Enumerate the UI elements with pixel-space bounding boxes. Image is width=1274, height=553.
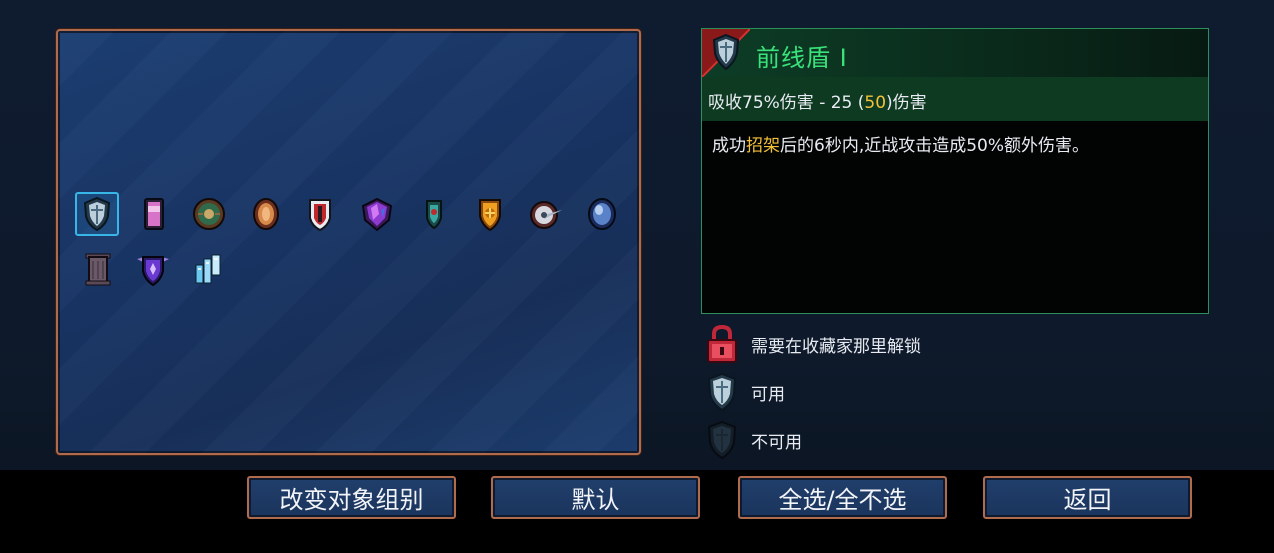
red-white-shield-icon	[309, 199, 331, 232]
item-red-white-shield[interactable]	[298, 192, 342, 236]
item-ice-shield[interactable]	[186, 247, 230, 291]
detail-title: 前线盾 I	[756, 44, 848, 72]
bronze-green-round-shield-icon	[193, 198, 225, 230]
item-bronze-green-round-shield[interactable]	[187, 192, 231, 236]
teal-small-shield-icon	[426, 200, 442, 230]
legend-locked-label: 需要在收藏家那里解锁	[751, 337, 921, 357]
item-pink-banner-shield[interactable]	[132, 192, 176, 236]
front-line-shield-icon	[83, 196, 111, 232]
item-front-line-shield[interactable]	[75, 192, 119, 236]
desc-suffix: 后的6秒内,近战攻击造成50%额外伤害。	[780, 136, 1090, 156]
stone-door-shield-icon	[85, 253, 111, 286]
select-all-button[interactable]: 全选/全不选	[738, 476, 947, 519]
available-shield-icon	[707, 372, 737, 412]
detail-description: 成功招架后的6秒内,近战攻击造成50%额外伤害。	[712, 131, 1089, 156]
stat-suffix: )伤害	[886, 93, 927, 113]
golden-shield-icon	[479, 199, 501, 232]
stat-prefix: 吸收75%伤害 - 25 (	[708, 93, 865, 113]
legend-available: 可用	[704, 372, 1064, 412]
ice-shield-icon	[195, 254, 221, 284]
spiked-round-shield-icon	[530, 201, 562, 229]
desc-highlight: 招架	[746, 136, 780, 156]
stat-highlight: 50	[864, 93, 887, 113]
detail-stat-text: 吸收75%伤害 - 25 (50)伤害	[708, 88, 927, 113]
item-spiked-round-shield[interactable]	[524, 192, 568, 236]
legend-unavailable: 不可用	[704, 420, 1064, 460]
lock-icon	[707, 324, 737, 363]
item-stone-door-shield[interactable]	[76, 247, 120, 291]
legend-locked: 需要在收藏家那里解锁	[704, 324, 1064, 364]
item-blue-orb-shield[interactable]	[580, 192, 624, 236]
change-group-button[interactable]: 改变对象组别	[247, 476, 456, 519]
copper-oval-shield-icon	[253, 198, 279, 230]
item-detail-panel: 前线盾 I 吸收75%伤害 - 25 (50)伤害 成功招架后的6秒内,近战攻击…	[701, 28, 1209, 314]
item-golden-shield[interactable]	[468, 192, 512, 236]
winged-purple-shield-icon	[137, 256, 169, 287]
pink-banner-shield-icon	[144, 198, 164, 230]
detail-title-row: 前线盾 I	[702, 29, 1208, 77]
blue-orb-shield-icon	[588, 198, 616, 230]
legend-available-label: 可用	[751, 385, 785, 405]
default-button[interactable]: 默认	[491, 476, 700, 519]
unavailable-shield-icon	[707, 420, 737, 460]
item-copper-oval-shield[interactable]	[244, 192, 288, 236]
front-line-shield-icon	[702, 29, 750, 77]
legend-unavailable-label: 不可用	[751, 433, 802, 453]
detail-stat-row: 吸收75%伤害 - 25 (50)伤害	[702, 77, 1208, 121]
desc-prefix: 成功	[712, 136, 746, 156]
item-purple-crystal-shield[interactable]	[355, 192, 399, 236]
item-winged-purple-shield[interactable]	[131, 247, 175, 291]
item-grid-panel	[56, 29, 641, 455]
back-button[interactable]: 返回	[983, 476, 1192, 519]
item-teal-small-shield[interactable]	[412, 192, 456, 236]
purple-crystal-shield-icon	[361, 197, 393, 232]
